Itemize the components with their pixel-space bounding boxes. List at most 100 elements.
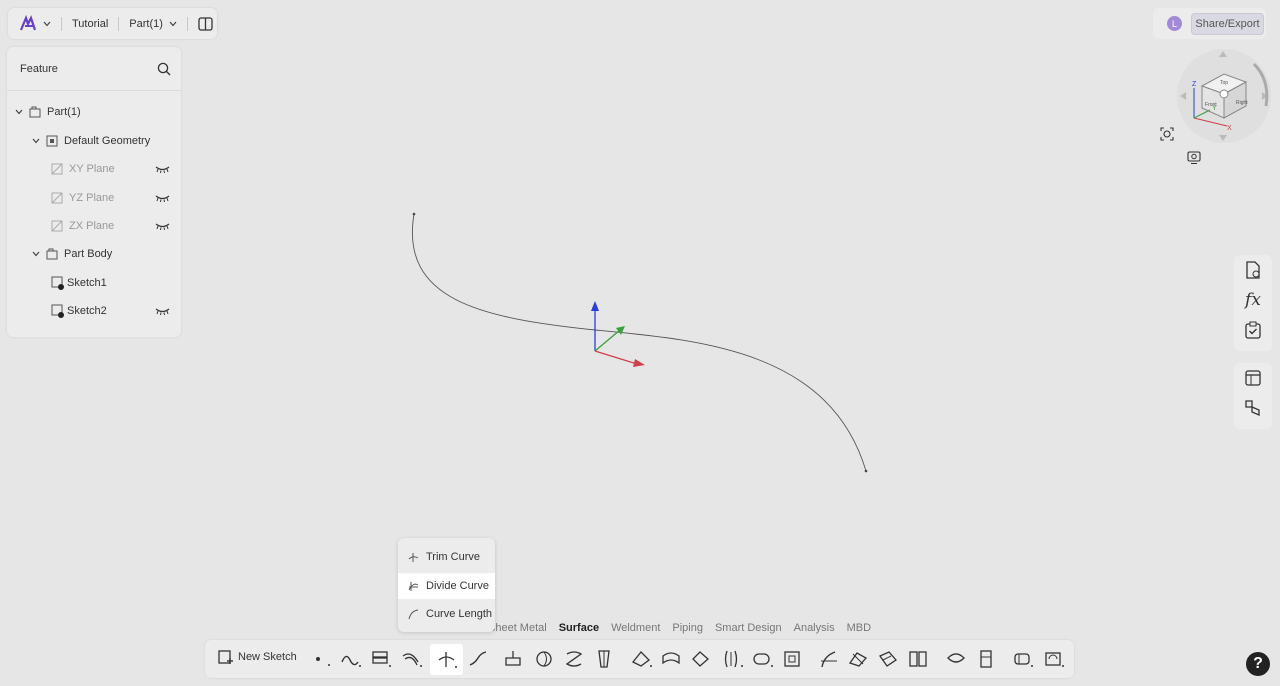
split-surface-tool[interactable] bbox=[816, 646, 842, 672]
loft-icon bbox=[598, 650, 610, 668]
curve-icon bbox=[341, 655, 361, 667]
curve-tools-menu: Trim Curve Divide Curve Curve Length bbox=[398, 538, 495, 632]
parts-icon bbox=[1245, 400, 1260, 416]
workbench-tabs: Sheet Metal Surface Weldment Piping Smar… bbox=[488, 620, 871, 636]
mirror-icon bbox=[909, 651, 927, 667]
untrim-surface-icon bbox=[879, 651, 897, 667]
delete-face-icon bbox=[980, 650, 992, 668]
new-sketch-icon bbox=[218, 650, 233, 664]
x-axis-arrow bbox=[633, 359, 645, 367]
menu-item-curve-length[interactable]: Curve Length bbox=[398, 601, 495, 627]
menu-item-label: Curve Length bbox=[426, 608, 493, 620]
cube-corner bbox=[1219, 89, 1229, 99]
sweep-surface-tool[interactable] bbox=[399, 646, 425, 672]
document-settings-icon bbox=[1246, 261, 1260, 279]
delete-face-tool[interactable] bbox=[973, 646, 999, 672]
trim-surface-tool[interactable] bbox=[845, 646, 871, 672]
trim-curve-icon bbox=[408, 552, 419, 562]
view-cube[interactable]: Top Front Right Z Y X bbox=[1172, 46, 1272, 146]
surface-icon bbox=[372, 651, 391, 667]
y-axis bbox=[594, 329, 621, 352]
y-axis-arrow bbox=[616, 326, 625, 335]
curve-tool[interactable] bbox=[338, 646, 364, 672]
tab-smart-design[interactable]: Smart Design bbox=[715, 622, 782, 634]
replace-face-tool[interactable] bbox=[779, 646, 805, 672]
bottom-toolbar: New Sketch bbox=[205, 640, 1074, 678]
tab-surface[interactable]: Surface bbox=[559, 622, 599, 634]
thicken-icon bbox=[753, 653, 773, 667]
ruled-surface-icon bbox=[724, 650, 743, 668]
fit-view-icon[interactable] bbox=[1160, 127, 1174, 141]
new-sketch-button[interactable]: New Sketch bbox=[218, 649, 297, 665]
new-sketch-label: New Sketch bbox=[238, 651, 297, 663]
surface-tool[interactable] bbox=[368, 646, 394, 672]
mirror-tool[interactable] bbox=[905, 646, 931, 672]
display-mode-icon[interactable] bbox=[1187, 151, 1201, 165]
untrim-surface-tool[interactable] bbox=[875, 646, 901, 672]
tab-mbd[interactable]: MBD bbox=[847, 622, 871, 634]
tab-weldment[interactable]: Weldment bbox=[611, 622, 660, 634]
offset-surface-tool[interactable] bbox=[658, 646, 684, 672]
tab-analysis[interactable]: Analysis bbox=[794, 622, 835, 634]
offset-surface-icon bbox=[662, 652, 680, 665]
curve-endpoint[interactable] bbox=[412, 212, 416, 216]
curve-offset-icon bbox=[469, 651, 487, 666]
tab-piping[interactable]: Piping bbox=[672, 622, 703, 634]
revolve-surface-icon bbox=[536, 651, 552, 667]
menu-item-divide-curve[interactable]: Divide Curve bbox=[398, 573, 495, 599]
pattern-icon bbox=[1014, 653, 1033, 667]
z-axis-arrow bbox=[591, 301, 599, 311]
loft-tool[interactable] bbox=[591, 646, 617, 672]
curve-length-icon bbox=[408, 609, 419, 619]
table-button[interactable] bbox=[1244, 363, 1262, 393]
divide-curve-icon bbox=[438, 651, 457, 668]
thicken-tool[interactable] bbox=[750, 646, 776, 672]
extend-surface-tool[interactable] bbox=[688, 646, 714, 672]
transform-tool[interactable] bbox=[1041, 646, 1067, 672]
point-icon bbox=[316, 657, 330, 666]
formula-button[interactable]: 𝑓x bbox=[1245, 285, 1261, 315]
trim-curve-tool[interactable] bbox=[430, 644, 463, 675]
checklist-button[interactable] bbox=[1244, 315, 1262, 345]
right-toolbar-top: 𝑓x bbox=[1234, 255, 1272, 351]
function-icon: 𝑓x bbox=[1245, 290, 1261, 310]
sweep-tool[interactable] bbox=[561, 646, 587, 672]
curve-offset-tool[interactable] bbox=[465, 646, 491, 672]
cube-y-label: Y bbox=[1212, 105, 1217, 112]
cube-top-label: Top bbox=[1220, 80, 1228, 86]
cube-right-label: Right bbox=[1236, 100, 1248, 106]
ruled-surface-tool[interactable] bbox=[720, 646, 746, 672]
knit-surface-icon bbox=[947, 653, 965, 663]
tab-sheet-metal[interactable]: Sheet Metal bbox=[488, 622, 547, 634]
extend-surface-icon bbox=[692, 651, 709, 667]
sweep-icon bbox=[565, 651, 583, 667]
fill-surface-tool[interactable] bbox=[629, 646, 655, 672]
fill-surface-icon bbox=[631, 651, 652, 667]
replace-face-icon bbox=[784, 651, 800, 667]
right-toolbar-bottom bbox=[1234, 363, 1272, 429]
sweep-surface-icon bbox=[402, 653, 422, 667]
curve-endpoint[interactable] bbox=[864, 469, 868, 473]
menu-item-trim-curve[interactable]: Trim Curve bbox=[398, 544, 495, 570]
extrude-surface-icon bbox=[505, 651, 521, 666]
point-tool[interactable] bbox=[308, 646, 334, 672]
table-icon bbox=[1245, 370, 1261, 386]
help-button[interactable]: ? bbox=[1246, 652, 1270, 676]
parts-button[interactable] bbox=[1244, 393, 1262, 423]
cube-x-label: X bbox=[1227, 125, 1232, 132]
knit-surface-tool[interactable] bbox=[943, 646, 969, 672]
extrude-surface-tool[interactable] bbox=[500, 646, 526, 672]
sketch-curve[interactable] bbox=[412, 213, 867, 472]
document-settings-button[interactable] bbox=[1244, 255, 1262, 285]
menu-item-label: Divide Curve bbox=[426, 580, 489, 592]
trim-surface-icon bbox=[848, 652, 868, 667]
transform-icon bbox=[1045, 652, 1064, 667]
viewport-canvas[interactable] bbox=[0, 0, 1280, 686]
cube-z-label: Z bbox=[1192, 81, 1197, 88]
split-surface-icon bbox=[821, 651, 837, 668]
revolve-surface-tool[interactable] bbox=[531, 646, 557, 672]
divide-curve-icon bbox=[408, 581, 419, 591]
menu-item-label: Trim Curve bbox=[426, 551, 480, 563]
pattern-tool[interactable] bbox=[1010, 646, 1036, 672]
x-axis bbox=[594, 350, 638, 365]
